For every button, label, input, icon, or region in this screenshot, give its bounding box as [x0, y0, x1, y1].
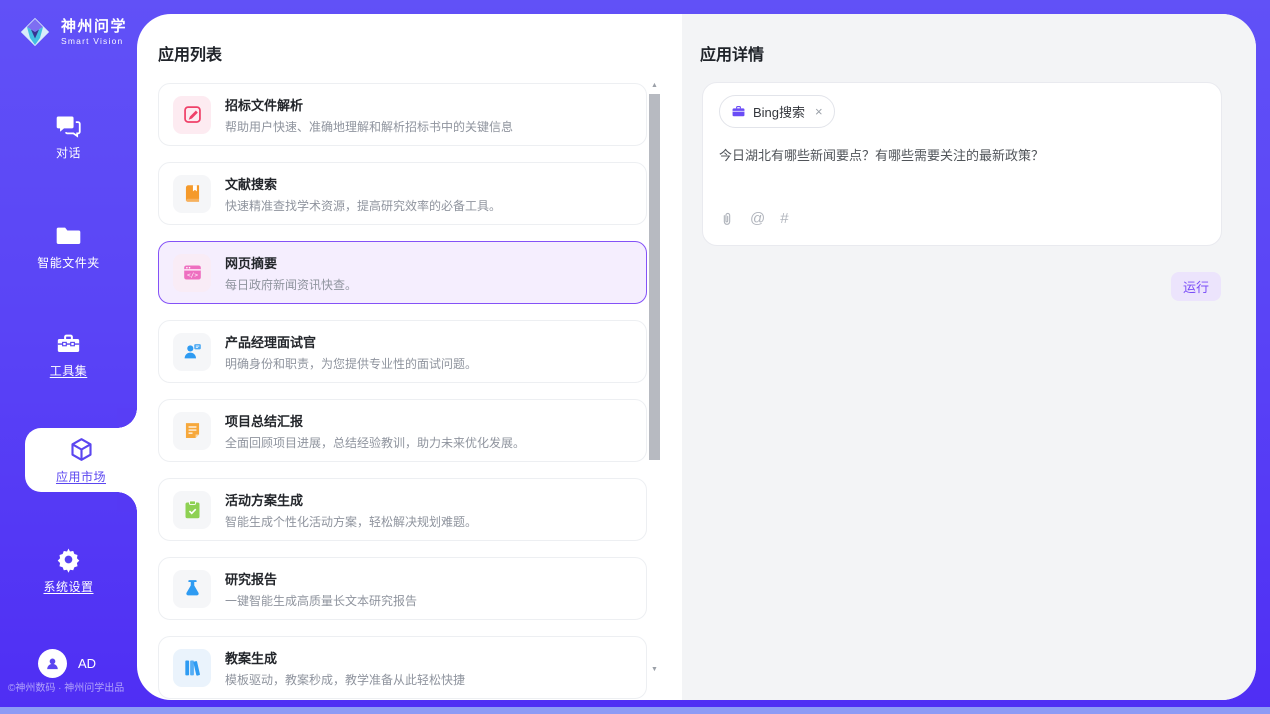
- brand-subtitle: Smart Vision: [61, 36, 127, 46]
- list-scrollbar[interactable]: ▲ ▼: [648, 80, 661, 676]
- app-card[interactable]: 活动方案生成智能生成个性化活动方案，轻松解决规划难题。: [158, 478, 647, 541]
- scroll-up-icon[interactable]: ▲: [648, 80, 661, 92]
- prompt-input[interactable]: 今日湖北有哪些新闻要点？有哪些需要关注的最新政策？: [719, 145, 1199, 164]
- cube-icon: [68, 436, 95, 463]
- book-icon: [173, 175, 211, 213]
- app-card-description: 帮助用户快速、准确地理解和解析招标书中的关键信息: [225, 118, 513, 135]
- toolbox-icon: [55, 330, 82, 357]
- app-card[interactable]: 教案生成模板驱动，教案秒成，教学准备从此轻松快捷: [158, 636, 647, 699]
- app-card-text: 产品经理面试官明确身份和职责，为您提供专业性的面试问题。: [225, 332, 477, 372]
- chat-icon: [55, 112, 82, 139]
- content-panel: 应用列表 招标文件解析帮助用户快速、准确地理解和解析招标书中的关键信息文献搜索快…: [137, 14, 1256, 700]
- app-card-description: 智能生成个性化活动方案，轻松解决规划难题。: [225, 513, 477, 530]
- app-detail-title: 应用详情: [700, 41, 764, 65]
- run-button[interactable]: 运行: [1171, 272, 1221, 301]
- app-card-description: 模板驱动，教案秒成，教学准备从此轻松快捷: [225, 671, 465, 688]
- folder-icon: [55, 222, 82, 249]
- tool-tag-label: Bing搜索: [753, 102, 805, 121]
- app-card-text: 项目总结汇报全面回顾项目进展，总结经验教训，助力未来优化发展。: [225, 411, 525, 451]
- report-icon: [173, 570, 211, 608]
- web-code-icon: </>: [173, 254, 211, 292]
- sidebar-item-chat[interactable]: 对话: [0, 104, 137, 168]
- app-card-description: 全面回顾项目进展，总结经验教训，助力未来优化发展。: [225, 434, 525, 451]
- app-window: 神州问学 Smart Vision 对话智能文件夹工具集应用市场系统设置 AD …: [0, 0, 1270, 714]
- app-card-name: 活动方案生成: [225, 490, 477, 509]
- composer-toolbar: @ #: [719, 211, 789, 227]
- brand-logo: 神州问学 Smart Vision: [16, 13, 127, 51]
- app-card-text: 研究报告一键智能生成高质量长文本研究报告: [225, 569, 417, 609]
- svg-text:</>: </>: [186, 272, 197, 279]
- mention-icon[interactable]: @: [750, 211, 765, 227]
- app-card-name: 文献搜索: [225, 174, 501, 193]
- edit-doc-icon: [173, 96, 211, 134]
- app-card-description: 每日政府新闻资讯快查。: [225, 276, 357, 293]
- app-card-name: 网页摘要: [225, 253, 357, 272]
- sidebar-item-system-settings[interactable]: 系统设置: [0, 538, 137, 602]
- app-detail-pane: 应用详情 Bing搜索 × 今日湖北有哪些新闻要点？有哪些需要关注的最新政策？: [682, 14, 1256, 700]
- prompt-card: Bing搜索 × 今日湖北有哪些新闻要点？有哪些需要关注的最新政策？ @ #: [702, 82, 1222, 246]
- avatar: [38, 649, 67, 678]
- plan-icon: [173, 491, 211, 529]
- close-icon[interactable]: ×: [815, 104, 823, 119]
- app-card[interactable]: 招标文件解析帮助用户快速、准确地理解和解析招标书中的关键信息: [158, 83, 647, 146]
- person-icon: [44, 655, 61, 672]
- app-card-name: 招标文件解析: [225, 95, 513, 114]
- sidebar-item-label: 智能文件夹: [37, 254, 100, 271]
- app-card-name: 项目总结汇报: [225, 411, 525, 430]
- app-card-text: 文献搜索快速精准查找学术资源，提高研究效率的必备工具。: [225, 174, 501, 214]
- sidebar-item-app-market[interactable]: 应用市场: [25, 428, 137, 492]
- diamond-logo-icon: [16, 13, 54, 51]
- hash-icon[interactable]: #: [780, 211, 788, 227]
- app-card-name: 教案生成: [225, 648, 465, 667]
- brand-title: 神州问学: [61, 18, 127, 35]
- app-card-text: 教案生成模板驱动，教案秒成，教学准备从此轻松快捷: [225, 648, 465, 688]
- window-bottom-edge: [0, 707, 1270, 714]
- sidebar-item-smart-folders[interactable]: 智能文件夹: [0, 214, 137, 278]
- app-card[interactable]: </> 网页摘要每日政府新闻资讯快查。: [158, 241, 647, 304]
- app-card-text: 招标文件解析帮助用户快速、准确地理解和解析招标书中的关键信息: [225, 95, 513, 135]
- briefcase-icon: [731, 104, 746, 119]
- memo-icon: [173, 412, 211, 450]
- interview-icon: [173, 333, 211, 371]
- tool-tag-bing-search[interactable]: Bing搜索 ×: [719, 95, 835, 128]
- sidebar-item-label: 系统设置: [43, 578, 93, 595]
- app-card-name: 产品经理面试官: [225, 332, 477, 351]
- app-card-name: 研究报告: [225, 569, 417, 588]
- sidebar-item-label: 应用市场: [56, 468, 106, 485]
- app-card-text: 网页摘要每日政府新闻资讯快查。: [225, 253, 357, 293]
- app-card-description: 明确身份和职责，为您提供专业性的面试问题。: [225, 355, 477, 372]
- app-card[interactable]: 项目总结汇报全面回顾项目进展，总结经验教训，助力未来优化发展。: [158, 399, 647, 462]
- scroll-down-icon[interactable]: ▼: [648, 664, 661, 676]
- sidebar-item-label: 工具集: [50, 362, 88, 379]
- app-card-text: 活动方案生成智能生成个性化活动方案，轻松解决规划难题。: [225, 490, 477, 530]
- gear-icon: [55, 546, 82, 573]
- copyright-text: ©神州数码 · 神州问学出品: [8, 679, 124, 694]
- app-list: 招标文件解析帮助用户快速、准确地理解和解析招标书中的关键信息文献搜索快速精准查找…: [158, 83, 647, 700]
- user-account[interactable]: AD: [38, 649, 96, 678]
- app-card[interactable]: 文献搜索快速精准查找学术资源，提高研究效率的必备工具。: [158, 162, 647, 225]
- sidebar-item-label: 对话: [56, 144, 81, 161]
- app-card-description: 一键智能生成高质量长文本研究报告: [225, 592, 417, 609]
- attachment-icon[interactable]: [719, 211, 735, 227]
- app-list-title: 应用列表: [158, 41, 222, 65]
- app-card-description: 快速精准查找学术资源，提高研究效率的必备工具。: [225, 197, 501, 214]
- sidebar: 神州问学 Smart Vision 对话智能文件夹工具集应用市场系统设置 AD …: [0, 0, 137, 714]
- user-label: AD: [78, 656, 96, 671]
- sidebar-item-toolset[interactable]: 工具集: [0, 322, 137, 386]
- app-card[interactable]: 产品经理面试官明确身份和职责，为您提供专业性的面试问题。: [158, 320, 647, 383]
- app-card[interactable]: 研究报告一键智能生成高质量长文本研究报告: [158, 557, 647, 620]
- lesson-icon: [173, 649, 211, 687]
- scrollbar-thumb[interactable]: [649, 94, 660, 460]
